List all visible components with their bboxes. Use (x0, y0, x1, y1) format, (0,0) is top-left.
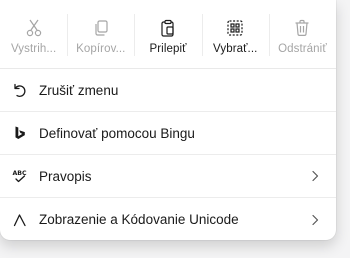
copy-button[interactable]: Kopírov... (67, 0, 134, 68)
chevron-right-icon (312, 214, 319, 225)
edit-toolbar: Vystrih... Kopírov... Prilepiť Vybrať...… (0, 0, 336, 69)
select-all-label: Vybrať... (213, 43, 258, 55)
select-all-icon (227, 20, 243, 36)
menu-item-define-bing[interactable]: Definovať pomocou Bingu (0, 112, 336, 155)
bing-icon (12, 125, 28, 141)
menu-item-label: Definovať pomocou Bingu (39, 125, 195, 141)
menu-item-label: Pravopis (39, 168, 92, 184)
copy-label: Kopírov... (76, 43, 126, 55)
undo-icon (12, 82, 28, 98)
cut-button[interactable]: Vystrih... (0, 0, 67, 68)
copy-icon (95, 20, 108, 36)
delete-label: Odstrániť (278, 43, 327, 55)
menu-item-label: Zobrazenie a Kódovanie Unicode (39, 212, 239, 227)
delete-button[interactable]: Odstrániť (268, 0, 336, 68)
menu-item-label: Zrušiť zmenu (39, 82, 119, 98)
menu-items: Zrušiť zmenu Definovať pomocou Bingu ABC… (0, 69, 336, 240)
paste-label: Prilepiť (149, 43, 187, 55)
unicode-icon (12, 212, 28, 228)
spellcheck-icon: ABC (12, 168, 28, 184)
paste-button[interactable]: Prilepiť (134, 0, 201, 68)
cut-label: Vystrih... (10, 43, 57, 55)
context-menu: Vystrih... Kopírov... Prilepiť Vybrať...… (0, 0, 336, 240)
delete-icon (295, 19, 309, 37)
menu-item-undo[interactable]: Zrušiť zmenu (0, 69, 336, 112)
chevron-right-icon (312, 170, 319, 182)
menu-item-spelling[interactable]: ABC Pravopis (0, 155, 336, 198)
cut-icon (26, 19, 41, 37)
menu-item-unicode[interactable]: Zobrazenie a Kódovanie Unicode (0, 198, 336, 240)
paste-icon (161, 19, 174, 37)
select-all-button[interactable]: Vybrať... (201, 0, 269, 68)
